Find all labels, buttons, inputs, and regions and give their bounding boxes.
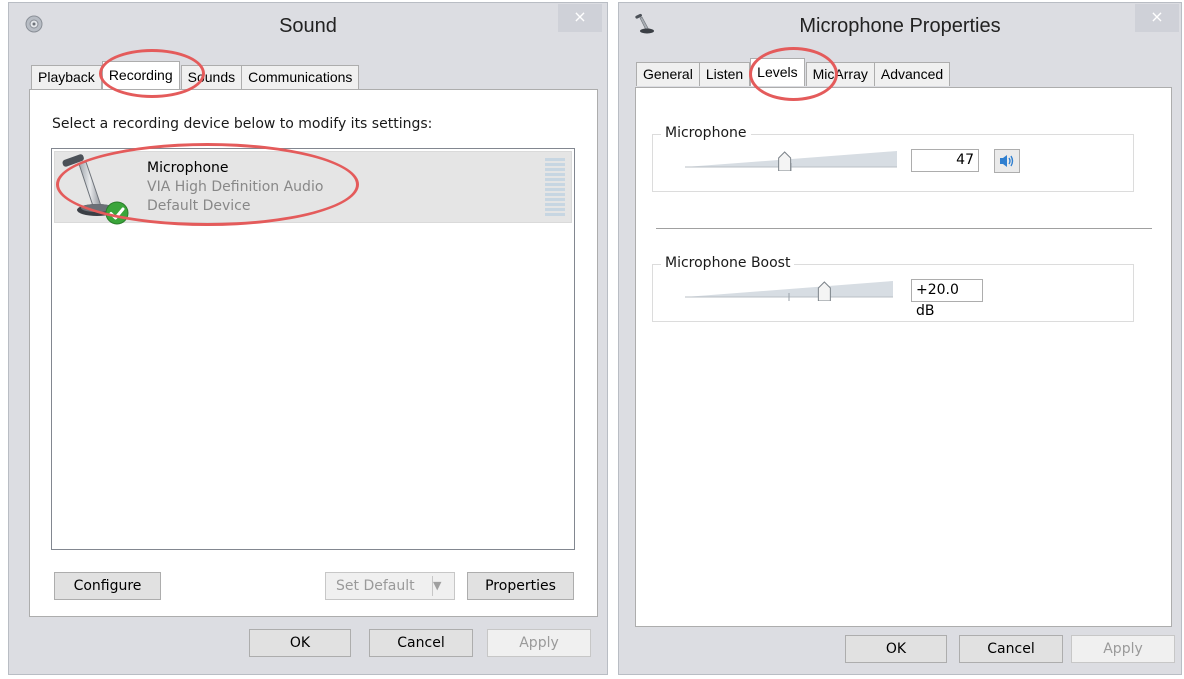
sound-cancel-button[interactable]: Cancel xyxy=(369,629,473,657)
tab-communications[interactable]: Communications xyxy=(241,65,360,89)
tab-micarray[interactable]: MicArray xyxy=(805,62,875,86)
mic-close-button[interactable]: × xyxy=(1135,4,1179,32)
mute-button[interactable] xyxy=(994,149,1020,173)
default-check-icon xyxy=(105,201,129,225)
sound-window: Sound × Playback Recording Sounds Commun… xyxy=(8,2,608,675)
microphone-boost-label: Microphone Boost xyxy=(661,255,795,271)
microphone-boost-value[interactable]: +20.0 dB xyxy=(911,279,983,319)
microphone-level-group: Microphone 47 xyxy=(652,125,1134,192)
microphone-boost-group: Microphone Boost +20.0 dB xyxy=(652,255,1134,322)
tab-advanced[interactable]: Advanced xyxy=(873,62,951,86)
tab-listen[interactable]: Listen xyxy=(698,62,751,86)
tab-playback[interactable]: Playback xyxy=(31,65,102,89)
microphone-properties-window: Microphone Properties × General Listen L… xyxy=(618,2,1182,675)
configure-button[interactable]: Configure xyxy=(54,572,161,600)
sound-close-button[interactable]: × xyxy=(558,4,602,32)
sound-apply-button[interactable]: Apply xyxy=(487,629,591,657)
level-meter-icon xyxy=(545,158,565,216)
mic-titlebar: Microphone Properties × xyxy=(619,3,1181,49)
tab-sounds[interactable]: Sounds xyxy=(180,65,243,89)
set-default-button[interactable]: Set Default ▼ xyxy=(325,572,455,600)
set-default-label: Set Default xyxy=(336,578,415,594)
close-icon: × xyxy=(573,7,587,26)
sound-ok-button[interactable]: OK xyxy=(249,629,351,657)
close-icon: × xyxy=(1150,7,1164,26)
sound-window-title: Sound xyxy=(279,15,337,37)
tab-recording[interactable]: Recording xyxy=(101,61,180,89)
sound-titlebar: Sound × xyxy=(9,3,607,49)
device-status: Default Device xyxy=(147,198,251,214)
sound-tabs: Playback Recording Sounds Communications xyxy=(31,61,360,89)
tab-general[interactable]: General xyxy=(636,62,700,86)
microphone-level-label: Microphone xyxy=(661,125,751,141)
mic-apply-button[interactable]: Apply xyxy=(1071,635,1175,663)
tab-levels[interactable]: Levels xyxy=(750,58,805,86)
levels-separator xyxy=(656,228,1152,229)
device-item-microphone[interactable]: Microphone VIA High Definition Audio Def… xyxy=(54,151,572,225)
recording-device-list[interactable]: Microphone VIA High Definition Audio Def… xyxy=(51,148,575,550)
mic-tabs: General Listen Levels MicArray Advanced xyxy=(636,58,951,86)
mic-ok-button[interactable]: OK xyxy=(845,635,947,663)
mic-window-title: Microphone Properties xyxy=(799,15,1001,37)
recording-instruction: Select a recording device below to modif… xyxy=(52,116,433,132)
properties-button[interactable]: Properties xyxy=(467,572,574,600)
levels-panel: Microphone 47 Microphone Boost +20.0 dB xyxy=(635,87,1172,627)
device-name: Microphone xyxy=(147,160,229,176)
chevron-down-icon[interactable]: ▼ xyxy=(432,576,454,596)
mic-cancel-button[interactable]: Cancel xyxy=(959,635,1063,663)
speaker-icon xyxy=(1000,155,1014,167)
recording-panel: Select a recording device below to modif… xyxy=(29,89,598,617)
microphone-level-slider[interactable] xyxy=(685,149,897,171)
device-driver: VIA High Definition Audio xyxy=(147,179,324,195)
microphone-level-value[interactable]: 47 xyxy=(911,149,979,172)
microphone-boost-slider[interactable] xyxy=(685,279,893,301)
